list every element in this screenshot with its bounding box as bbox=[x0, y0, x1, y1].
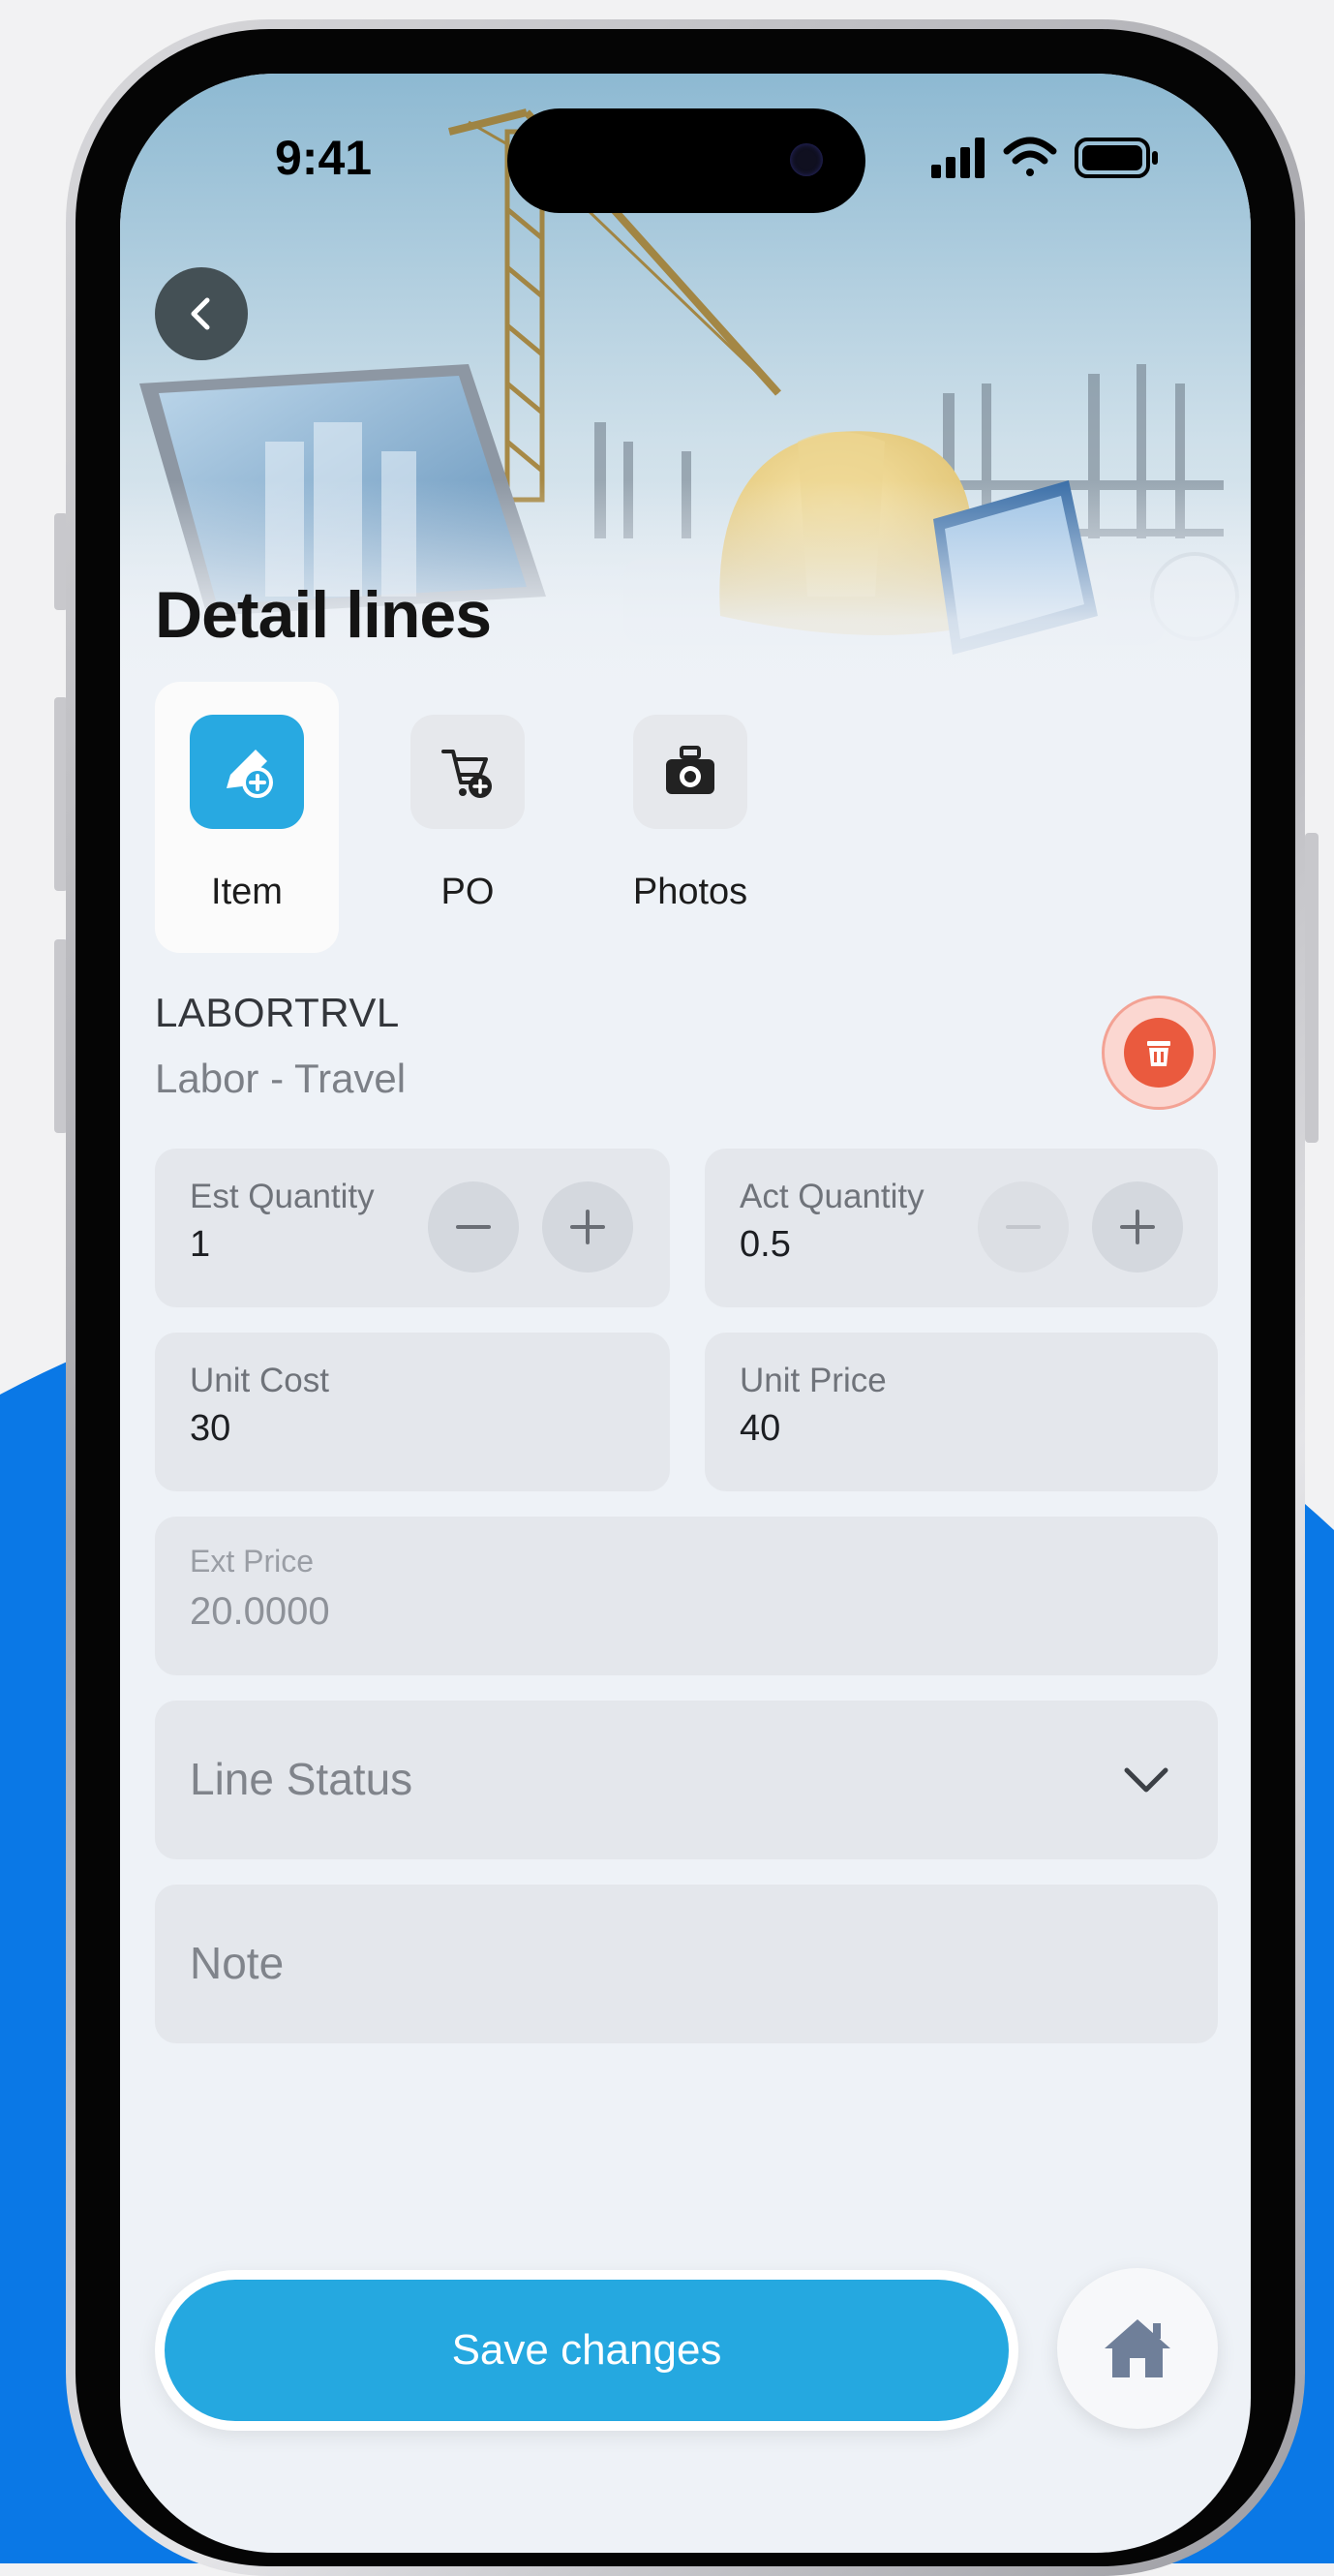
unit-price-field[interactable]: Unit Price 40 bbox=[705, 1333, 1218, 1491]
line-status-placeholder: Line Status bbox=[190, 1754, 413, 1804]
tab-po-label: PO bbox=[440, 872, 495, 912]
cart-add-icon bbox=[410, 715, 525, 829]
act-quantity-field[interactable]: Act Quantity 0.5 bbox=[705, 1149, 1218, 1307]
ext-price-field: Ext Price 20.0000 bbox=[155, 1517, 1218, 1675]
act-quantity-increment-button[interactable] bbox=[1092, 1181, 1183, 1273]
status-icons bbox=[931, 137, 1158, 178]
page-title: Detail lines bbox=[155, 578, 492, 652]
plus-icon bbox=[570, 1210, 605, 1244]
note-placeholder: Note bbox=[190, 1938, 285, 1988]
wifi-icon bbox=[1003, 137, 1057, 176]
ext-price-label: Ext Price bbox=[190, 1544, 315, 1579]
minus-icon bbox=[456, 1225, 491, 1229]
battery-icon bbox=[1075, 138, 1158, 178]
item-code: LABORTRVL bbox=[155, 990, 400, 1035]
home-button[interactable] bbox=[1057, 2268, 1218, 2429]
act-quantity-label: Act Quantity bbox=[740, 1178, 925, 1215]
tab-photos-label: Photos bbox=[632, 872, 748, 912]
tab-po[interactable]: PO bbox=[376, 682, 560, 953]
camera-icon bbox=[633, 715, 747, 829]
save-changes-button[interactable]: Save changes bbox=[165, 2280, 1009, 2421]
plus-icon bbox=[1120, 1210, 1155, 1244]
est-quantity-field[interactable]: Est Quantity 1 bbox=[155, 1149, 670, 1307]
unit-cost-field[interactable]: Unit Cost 30 bbox=[155, 1333, 670, 1491]
back-button[interactable] bbox=[155, 267, 248, 360]
save-button-container: Save changes bbox=[155, 2270, 1018, 2431]
phone-screen: 9:41 Detail lines Item PO Photos LABORTR… bbox=[120, 74, 1251, 2553]
unit-cost-label: Unit Cost bbox=[190, 1362, 329, 1399]
trash-icon bbox=[1147, 1041, 1170, 1066]
chevron-left-icon bbox=[191, 297, 210, 330]
note-field[interactable]: Note bbox=[155, 1885, 1218, 2043]
act-quantity-decrement-button[interactable] bbox=[978, 1181, 1069, 1273]
act-quantity-value[interactable]: 0.5 bbox=[740, 1224, 791, 1266]
item-description: Labor - Travel bbox=[155, 1056, 407, 1101]
ext-price-value: 20.0000 bbox=[190, 1590, 330, 1633]
home-icon bbox=[1105, 2319, 1170, 2377]
unit-price-value[interactable]: 40 bbox=[740, 1408, 780, 1450]
delete-button[interactable] bbox=[1102, 996, 1216, 1110]
dynamic-island bbox=[507, 108, 865, 213]
est-quantity-increment-button[interactable] bbox=[542, 1181, 633, 1273]
edit-add-icon bbox=[190, 715, 304, 829]
chevron-down-icon bbox=[1124, 1767, 1168, 1793]
unit-price-label: Unit Price bbox=[740, 1362, 887, 1399]
status-time: 9:41 bbox=[275, 131, 373, 185]
est-quantity-value[interactable]: 1 bbox=[190, 1224, 210, 1266]
tab-photos[interactable]: Photos bbox=[598, 682, 782, 953]
est-quantity-decrement-button[interactable] bbox=[428, 1181, 519, 1273]
unit-cost-value[interactable]: 30 bbox=[190, 1408, 230, 1450]
minus-icon bbox=[1006, 1225, 1041, 1229]
est-quantity-label: Est Quantity bbox=[190, 1178, 375, 1215]
tab-item[interactable]: Item bbox=[155, 682, 339, 953]
detail-tabs: Item PO Photos bbox=[155, 682, 833, 953]
signal-icon bbox=[931, 138, 985, 178]
tab-item-label: Item bbox=[211, 872, 283, 912]
power-button bbox=[1305, 833, 1319, 1143]
line-status-select[interactable]: Line Status bbox=[155, 1701, 1218, 1859]
front-camera-icon bbox=[790, 143, 823, 176]
